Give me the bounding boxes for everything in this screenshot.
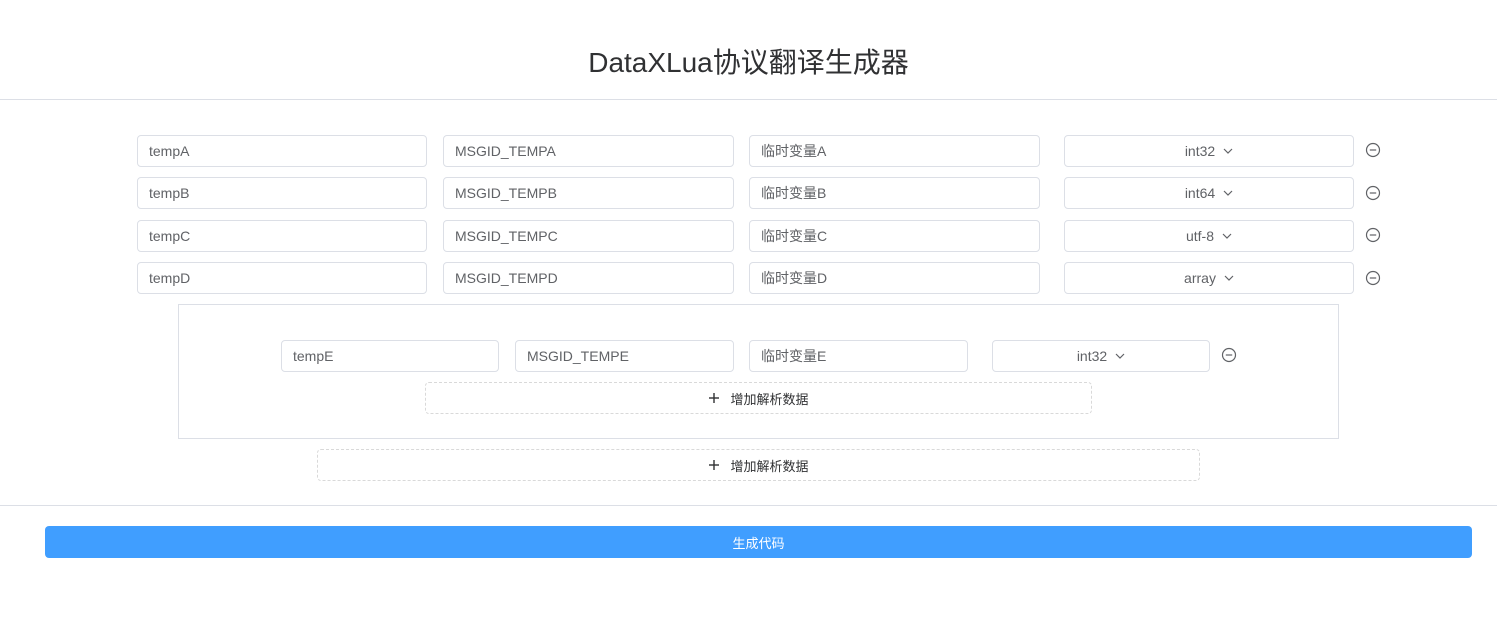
remove-row-button[interactable] bbox=[1365, 227, 1381, 243]
plus-icon bbox=[709, 460, 720, 470]
type-select-value: int32 bbox=[1076, 348, 1108, 364]
nested-remove-row-button[interactable] bbox=[1221, 347, 1237, 363]
chevron-down-icon bbox=[1115, 353, 1125, 359]
name-field-row-1[interactable] bbox=[137, 135, 427, 167]
chevron-down-icon bbox=[1223, 148, 1233, 154]
type-select-row-2[interactable]: int64 bbox=[1064, 177, 1354, 209]
remove-row-button[interactable] bbox=[1365, 270, 1381, 286]
nested-type-select[interactable]: int32 bbox=[992, 340, 1210, 372]
add-button-label: 增加解析数据 bbox=[730, 391, 809, 407]
add-data-button[interactable]: 增加解析数据 bbox=[317, 449, 1200, 481]
nested-add-data-button[interactable]: 增加解析数据 bbox=[425, 382, 1092, 414]
type-select-value: utf-8 bbox=[1185, 228, 1214, 244]
header-divider bbox=[0, 99, 1497, 100]
name-field-row-4[interactable] bbox=[137, 262, 427, 294]
type-select-row-4[interactable]: array bbox=[1064, 262, 1354, 294]
description-field-row-3[interactable] bbox=[749, 220, 1040, 252]
type-select-row-3[interactable]: utf-8 bbox=[1064, 220, 1354, 252]
description-field-row-1[interactable] bbox=[749, 135, 1040, 167]
page-title: DataXLua协议翻译生成器 bbox=[588, 47, 909, 78]
name-field-row-2[interactable] bbox=[137, 177, 427, 209]
type-select-value: int32 bbox=[1184, 143, 1216, 159]
type-select-value: int64 bbox=[1184, 185, 1216, 201]
remove-row-button[interactable] bbox=[1365, 185, 1381, 201]
description-field-row-4[interactable] bbox=[749, 262, 1040, 294]
type-select-row-1[interactable]: int32 bbox=[1064, 135, 1354, 167]
nested-description-field[interactable] bbox=[749, 340, 968, 372]
footer-divider bbox=[0, 505, 1497, 506]
nested-msgid-field[interactable] bbox=[515, 340, 734, 372]
nested-name-field[interactable] bbox=[281, 340, 499, 372]
chevron-down-icon bbox=[1222, 233, 1232, 239]
type-select-value: array bbox=[1184, 270, 1216, 286]
description-field-row-2[interactable] bbox=[749, 177, 1040, 209]
generate-code-label: 生成代码 bbox=[732, 535, 785, 551]
msgid-field-row-2[interactable] bbox=[443, 177, 734, 209]
generate-code-button[interactable]: 生成代码 bbox=[45, 526, 1472, 558]
msgid-field-row-3[interactable] bbox=[443, 220, 734, 252]
msgid-field-row-1[interactable] bbox=[443, 135, 734, 167]
remove-row-button[interactable] bbox=[1365, 142, 1381, 158]
chevron-down-icon bbox=[1224, 275, 1234, 281]
plus-icon bbox=[709, 393, 720, 403]
add-button-label: 增加解析数据 bbox=[730, 458, 809, 474]
name-field-row-3[interactable] bbox=[137, 220, 427, 252]
msgid-field-row-4[interactable] bbox=[443, 262, 734, 294]
chevron-down-icon bbox=[1223, 190, 1233, 196]
